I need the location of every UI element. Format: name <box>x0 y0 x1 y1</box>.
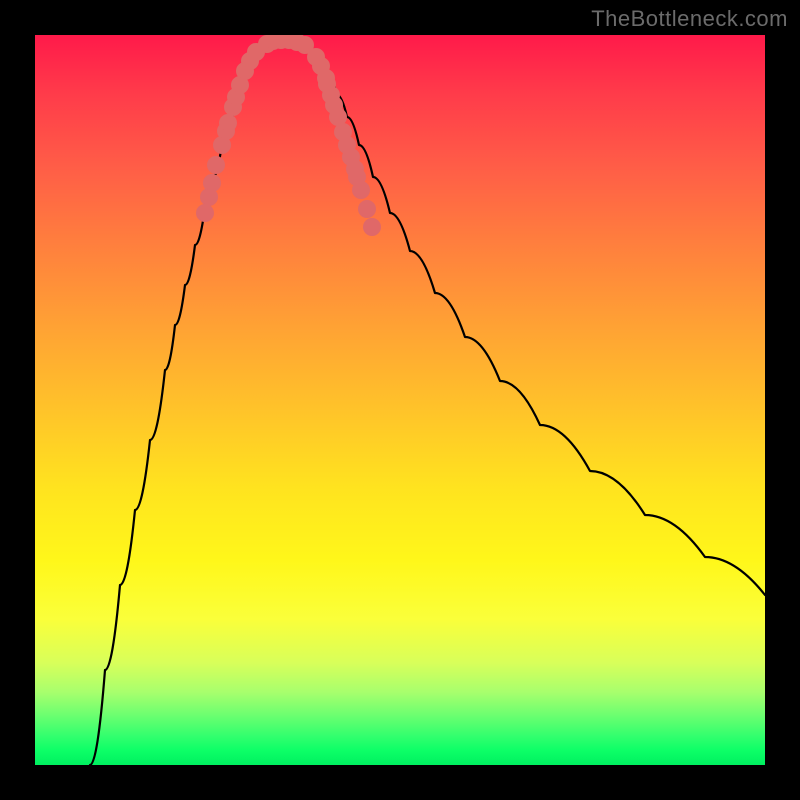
curve-left-branch <box>90 45 265 765</box>
chart-frame: TheBottleneck.com <box>0 0 800 800</box>
scatter-dot <box>359 201 376 218</box>
scatter-dot <box>204 175 221 192</box>
chart-overlay <box>35 35 765 765</box>
scatter-dot <box>353 182 370 199</box>
scatter-dot <box>197 205 214 222</box>
scatter-dots <box>197 35 381 236</box>
plot-area <box>35 35 765 765</box>
watermark-text: TheBottleneck.com <box>591 6 788 32</box>
curve-right-branch <box>305 45 765 595</box>
scatter-dot <box>364 219 381 236</box>
scatter-dot <box>330 109 347 126</box>
scatter-dot <box>220 115 237 132</box>
scatter-dot <box>208 157 225 174</box>
